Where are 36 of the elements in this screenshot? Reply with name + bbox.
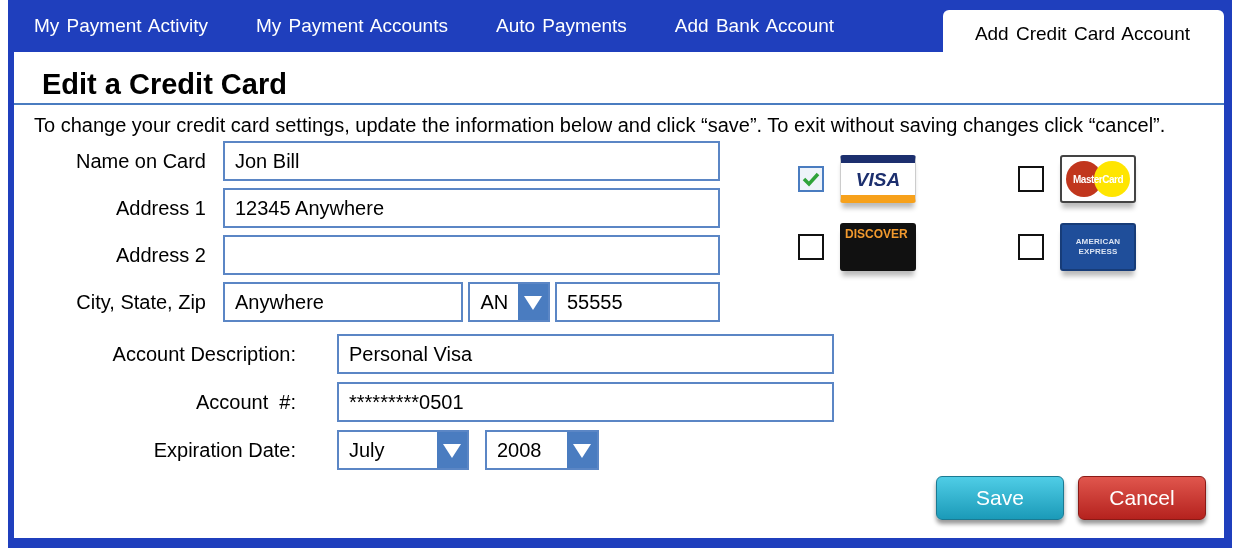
tab[interactable]: My Payment Activity <box>14 0 236 52</box>
input-field[interactable]: 12345 Anywhere <box>223 188 720 228</box>
input-field[interactable]: *********0501 <box>337 382 834 422</box>
checkbox[interactable] <box>798 234 824 260</box>
tab[interactable]: Add Credit Card Account <box>942 10 1224 52</box>
checkbox[interactable] <box>1018 234 1044 260</box>
dropdown[interactable]: July <box>337 430 469 470</box>
field-label: Address 2 <box>114 243 206 267</box>
cancel-button[interactable]: Cancel <box>1078 476 1206 520</box>
tab[interactable]: Auto Payments <box>475 0 655 52</box>
caret-icon <box>437 432 467 468</box>
field-label: Address 1 <box>114 196 206 220</box>
page-heading: Edit a Credit Card <box>14 52 1224 105</box>
input-field[interactable]: 55555 <box>555 282 720 322</box>
checkbox[interactable] <box>798 166 824 192</box>
input-field[interactable] <box>223 235 720 275</box>
field-label: Expiration Date: <box>152 438 296 462</box>
logo-text: AMERICAN <box>1075 237 1121 247</box>
input-field[interactable]: Personal Visa <box>337 334 834 374</box>
tab[interactable]: My Payment Accounts <box>236 0 476 52</box>
tab[interactable]: Add Bank Account <box>654 0 863 52</box>
logo-text: VISA <box>855 169 901 189</box>
caret-icon <box>567 432 597 468</box>
instructions-text: To change your credit card settings, update the information below and click “save”. To exit without saving changes click “cancel”. <box>33 113 1167 138</box>
logo-text: DISCOVER <box>845 227 908 241</box>
dropdown[interactable]: 2008 <box>485 430 599 470</box>
dropdown[interactable]: AN <box>468 282 550 322</box>
field-label: Account #: <box>194 390 296 414</box>
field-label: Name on Card <box>74 149 206 173</box>
input-field[interactable]: Jon Bill <box>223 141 720 181</box>
field-label: City, State, Zip <box>75 290 206 314</box>
logo-text: EXPRESS <box>1078 247 1118 257</box>
caret-icon <box>518 284 548 320</box>
field-label: Account Description: <box>111 342 296 366</box>
checkbox[interactable] <box>1018 166 1044 192</box>
input-field[interactable]: Anywhere <box>223 282 464 322</box>
